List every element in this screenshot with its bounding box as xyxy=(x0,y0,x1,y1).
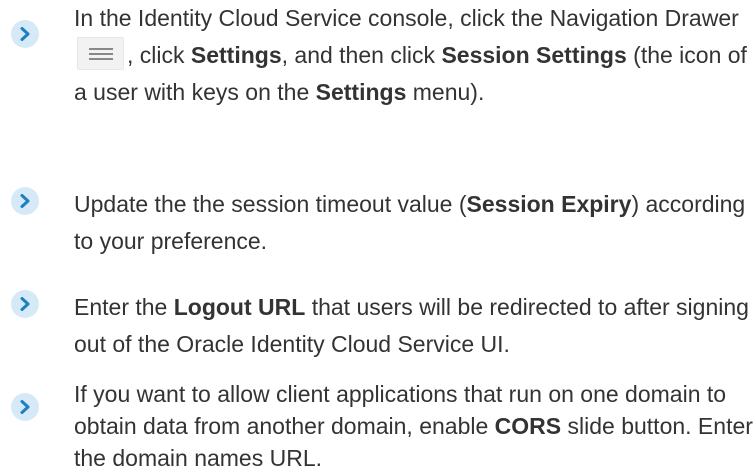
cors-label: CORS xyxy=(494,413,562,439)
settings-menu-label: Settings xyxy=(315,79,407,105)
chevron-right-icon xyxy=(11,393,39,421)
chevron-right-icon xyxy=(11,20,39,48)
settings-label: Settings xyxy=(190,42,282,68)
logout-url-label: Logout URL xyxy=(173,294,306,320)
session-settings-label: Session Settings xyxy=(441,42,627,68)
step-text: Update the the session timeout value (Se… xyxy=(74,191,746,254)
step-text: In the Identity Cloud Service console, c… xyxy=(74,5,747,105)
session-expiry-label: Session Expiry xyxy=(466,191,632,217)
step-text: Enter the Logout URL that users will be … xyxy=(74,294,749,357)
step-text: If you want to allow client applications… xyxy=(74,381,753,471)
chevron-right-icon xyxy=(11,290,39,318)
hamburger-menu-icon xyxy=(77,37,124,71)
instruction-steps: In the Identity Cloud Service console, c… xyxy=(0,0,755,472)
chevron-right-icon xyxy=(11,187,39,215)
